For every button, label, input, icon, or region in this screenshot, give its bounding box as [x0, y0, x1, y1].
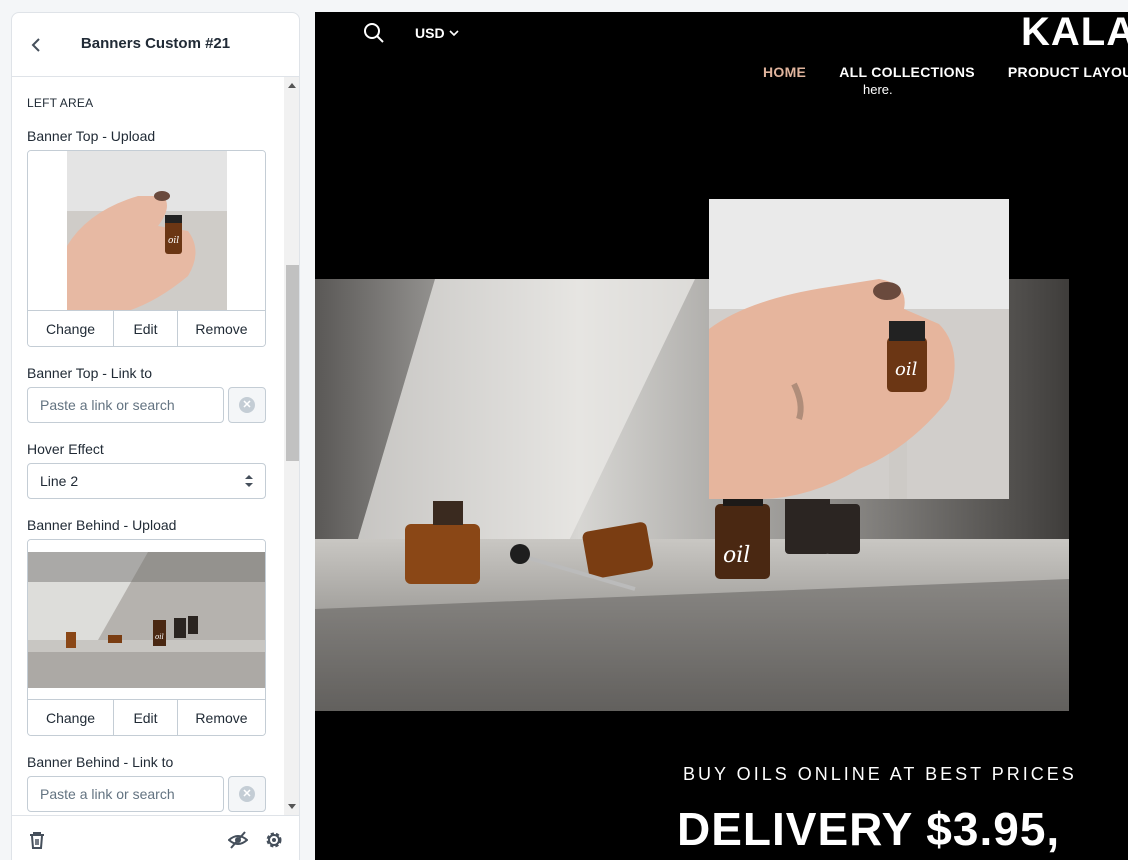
banner-behind-change-button[interactable]: Change: [28, 700, 114, 735]
settings-scroll-area[interactable]: LEFT AREA Banner Top - Upload oil Change: [12, 77, 299, 815]
banner-top-image[interactable]: oil: [709, 199, 1009, 499]
clear-icon: ✕: [239, 397, 255, 413]
svg-text:oil: oil: [155, 633, 164, 641]
scroll-down-arrow-icon[interactable]: [288, 804, 296, 809]
banner-top-clear-link-button[interactable]: ✕: [228, 387, 266, 423]
eye-off-icon[interactable]: [228, 830, 248, 850]
banner-subtitle: BUY OILS ONLINE AT BEST PRICES: [683, 764, 1077, 784]
svg-text:oil: oil: [723, 543, 750, 568]
gear-icon[interactable]: [264, 830, 284, 850]
banner-top-upload: oil Change Edit Remove: [27, 150, 266, 347]
nav-home[interactable]: HOME: [763, 64, 806, 80]
currency-label: USD: [415, 25, 445, 41]
scroll-up-arrow-icon[interactable]: [288, 83, 296, 88]
chevron-down-icon: [448, 30, 459, 37]
nav-product-layouts[interactable]: PRODUCT LAYOU: [1008, 64, 1128, 80]
store-preview: USD KALA HOME ALL COLLECTIONS PRODUCT LA…: [315, 12, 1128, 860]
panel-title: Banners Custom #21: [80, 35, 231, 52]
banner-behind-actions: Change Edit Remove: [28, 699, 265, 735]
hover-effect-select[interactable]: Line 2: [27, 463, 266, 499]
nav-all-collections[interactable]: ALL COLLECTIONS: [839, 64, 975, 80]
panel-scrollbar[interactable]: [284, 77, 299, 815]
svg-text:oil: oil: [895, 359, 918, 380]
section-heading-left-area: LEFT AREA: [27, 96, 94, 110]
search-icon[interactable]: [363, 22, 385, 44]
select-arrows-icon: [245, 475, 253, 487]
banner-behind-upload-label: Banner Behind - Upload: [27, 517, 177, 533]
currency-selector[interactable]: USD: [415, 25, 459, 41]
banner-behind-link-label: Banner Behind - Link to: [27, 754, 174, 770]
theme-editor-panel: Banners Custom #21 LEFT AREA Banner Top …: [11, 12, 300, 860]
banner-top-link-label: Banner Top - Link to: [27, 365, 153, 381]
banner-top-upload-label: Banner Top - Upload: [27, 128, 156, 144]
hover-effect-label: Hover Effect: [27, 441, 104, 457]
banner-behind-thumbnail[interactable]: oil: [28, 540, 265, 700]
clear-icon: ✕: [239, 786, 255, 802]
banner-behind-edit-button[interactable]: Edit: [114, 700, 178, 735]
main-nav: HOME ALL COLLECTIONS PRODUCT LAYOU: [763, 64, 1128, 80]
panel-header: Banners Custom #21: [12, 13, 299, 77]
banner-top-link-input[interactable]: [27, 387, 224, 423]
banner-behind-clear-link-button[interactable]: ✕: [228, 776, 266, 812]
banner-behind-upload: oil Change Edit Remove: [27, 539, 266, 736]
store-logo[interactable]: KALA: [1021, 12, 1128, 55]
banner-top-change-button[interactable]: Change: [28, 311, 114, 346]
scroll-thumb[interactable]: [286, 265, 299, 461]
svg-text:oil: oil: [168, 236, 179, 246]
partial-text: here.: [863, 82, 893, 97]
banner-headline: DELIVERY $3.95,: [677, 803, 1061, 855]
banner-behind-remove-button[interactable]: Remove: [178, 700, 265, 735]
banner-top-thumbnail[interactable]: oil: [28, 151, 265, 311]
trash-icon[interactable]: [28, 830, 48, 850]
banner-top-actions: Change Edit Remove: [28, 310, 265, 346]
hover-effect-value: Line 2: [40, 473, 79, 489]
panel-footer: [12, 815, 299, 860]
banner-top-edit-button[interactable]: Edit: [114, 311, 178, 346]
banner-behind-link-input[interactable]: [27, 776, 224, 812]
banner-top-remove-button[interactable]: Remove: [178, 311, 265, 346]
